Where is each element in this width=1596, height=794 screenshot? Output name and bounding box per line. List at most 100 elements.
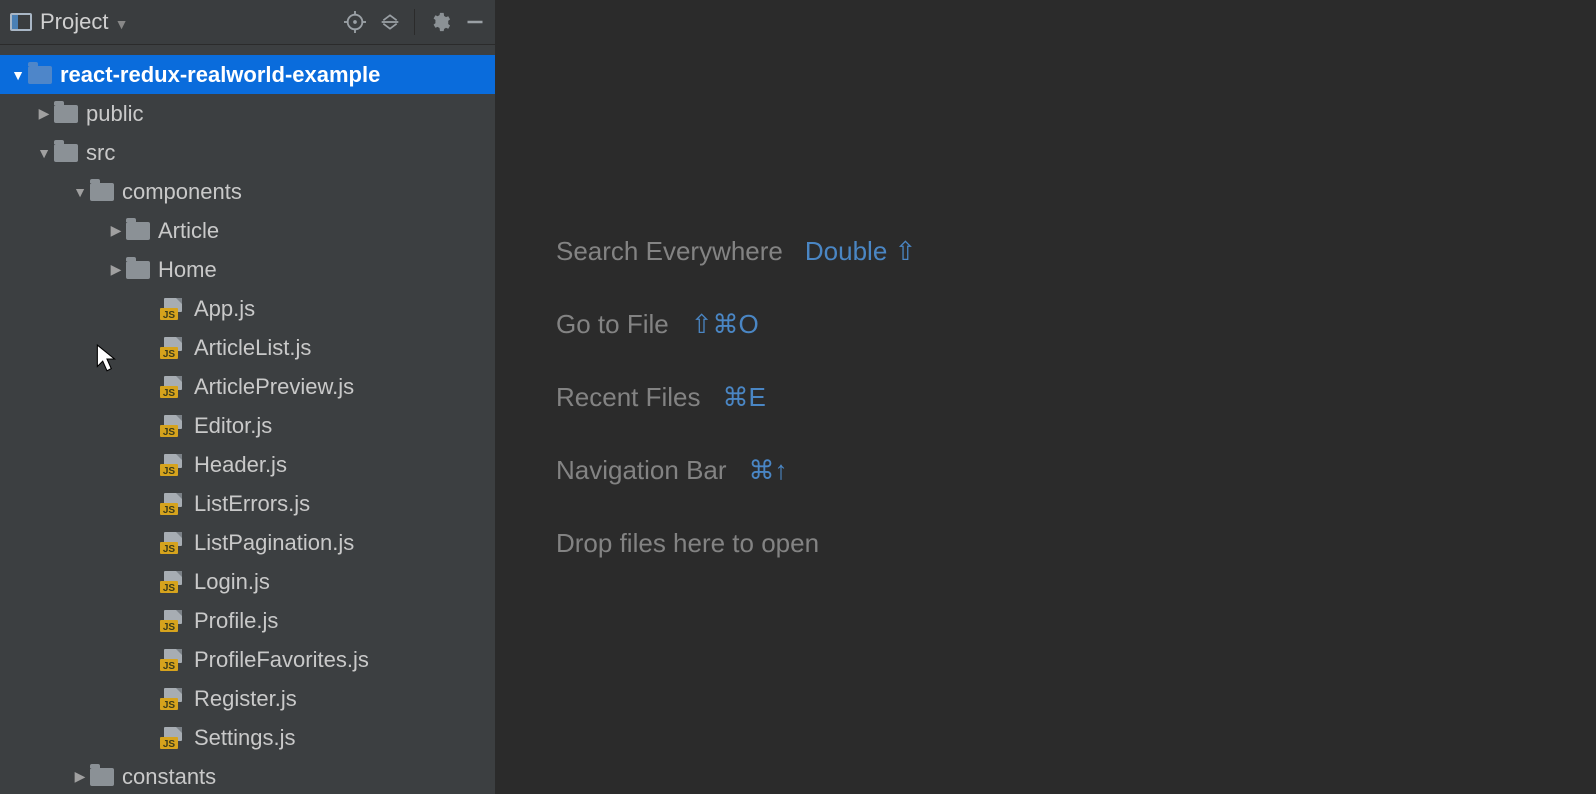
chevron-right-icon[interactable] (106, 222, 126, 239)
tree-row[interactable]: JS Editor.js (0, 406, 495, 445)
tree-row[interactable]: JS ProfileFavorites.js (0, 640, 495, 679)
hint-row: Search Everywhere Double ⇧ (556, 236, 916, 267)
chevron-down-icon[interactable] (70, 184, 90, 200)
hint-shortcut: ⇧⌘O (691, 309, 759, 340)
hint-shortcut: ⌘↑ (749, 455, 788, 486)
tree-row[interactable]: Article (0, 211, 495, 250)
chevron-right-icon[interactable] (106, 261, 126, 278)
folder-icon (126, 222, 150, 240)
gear-icon[interactable] (429, 11, 451, 33)
svg-text:JS: JS (163, 544, 176, 554)
editor-area[interactable]: Search Everywhere Double ⇧ Go to File ⇧⌘O Re… (496, 0, 1596, 794)
svg-text:JS: JS (163, 661, 176, 671)
folder-icon (54, 144, 78, 162)
tree-label: ArticlePreview.js (194, 374, 354, 400)
tree-label: Profile.js (194, 608, 278, 634)
tree-label: ListPagination.js (194, 530, 354, 556)
hint-label: Recent Files (556, 382, 701, 413)
tree-label: ListErrors.js (194, 491, 310, 517)
tree-label: Settings.js (194, 725, 296, 751)
project-title: Project (40, 9, 108, 34)
hide-icon[interactable] (465, 12, 485, 32)
hint-label: Drop files here to open (556, 528, 819, 559)
hint-label: Navigation Bar (556, 455, 727, 486)
tree-row[interactable]: components (0, 172, 495, 211)
hint-row: Go to File ⇧⌘O (556, 309, 916, 340)
tree-label: Editor.js (194, 413, 272, 439)
tree-label: ProfileFavorites.js (194, 647, 369, 673)
js-file-icon: JS (160, 337, 186, 359)
js-file-icon: JS (160, 688, 186, 710)
tree-row[interactable]: JS Login.js (0, 562, 495, 601)
tree-row[interactable]: JS Register.js (0, 679, 495, 718)
hint-label: Search Everywhere (556, 236, 783, 267)
svg-text:JS: JS (163, 622, 176, 632)
js-file-icon: JS (160, 298, 186, 320)
js-file-icon: JS (160, 415, 186, 437)
hint-shortcut: ⌘E (723, 382, 766, 413)
project-header: Project ▼ (0, 0, 495, 45)
tree-row[interactable]: JS ListPagination.js (0, 523, 495, 562)
tree-label: constants (122, 764, 216, 790)
tree-label: Article (158, 218, 219, 244)
tree-row[interactable]: JS Settings.js (0, 718, 495, 757)
hint-row: Navigation Bar ⌘↑ (556, 455, 916, 486)
project-dropdown[interactable]: Project ▼ (40, 9, 128, 35)
tree-row[interactable]: react-redux-realworld-example (0, 55, 495, 94)
chevron-right-icon[interactable] (34, 105, 54, 122)
tree-row[interactable]: JS ArticleList.js (0, 328, 495, 367)
tree-row[interactable]: JS Header.js (0, 445, 495, 484)
hint-shortcut: Double ⇧ (805, 236, 916, 267)
chevron-right-icon[interactable] (70, 768, 90, 785)
tree-label: src (86, 140, 115, 166)
tree-row[interactable]: JS ArticlePreview.js (0, 367, 495, 406)
js-file-icon: JS (160, 610, 186, 632)
hint-row: Recent Files ⌘E (556, 382, 916, 413)
project-tree[interactable]: react-redux-realworld-examplepublicsrcco… (0, 45, 495, 794)
divider (414, 9, 415, 35)
tree-label: public (86, 101, 143, 127)
svg-text:JS: JS (163, 310, 176, 320)
tree-row[interactable]: JS Profile.js (0, 601, 495, 640)
svg-text:JS: JS (163, 427, 176, 437)
svg-text:JS: JS (163, 700, 176, 710)
tree-row[interactable]: constants (0, 757, 495, 794)
project-sidebar: Project ▼ react-redux-rea (0, 0, 496, 794)
folder-icon (126, 261, 150, 279)
folder-icon (90, 768, 114, 786)
folder-icon (54, 105, 78, 123)
tree-label: react-redux-realworld-example (60, 62, 380, 88)
svg-text:JS: JS (163, 583, 176, 593)
tree-label: Register.js (194, 686, 297, 712)
tree-label: ArticleList.js (194, 335, 311, 361)
js-file-icon: JS (160, 493, 186, 515)
js-file-icon: JS (160, 532, 186, 554)
js-file-icon: JS (160, 376, 186, 398)
tree-label: Home (158, 257, 217, 283)
tree-row[interactable]: Home (0, 250, 495, 289)
js-file-icon: JS (160, 649, 186, 671)
svg-text:JS: JS (163, 739, 176, 749)
hint-row: Drop files here to open (556, 528, 916, 559)
tree-label: Header.js (194, 452, 287, 478)
empty-state-hints: Search Everywhere Double ⇧ Go to File ⇧⌘O Re… (556, 236, 916, 559)
tree-row[interactable]: JS ListErrors.js (0, 484, 495, 523)
js-file-icon: JS (160, 454, 186, 476)
tree-row[interactable]: src (0, 133, 495, 172)
hint-label: Go to File (556, 309, 669, 340)
js-file-icon: JS (160, 727, 186, 749)
chevron-down-icon[interactable] (34, 145, 54, 161)
svg-text:JS: JS (163, 466, 176, 476)
tree-label: components (122, 179, 242, 205)
svg-text:JS: JS (163, 505, 176, 515)
chevron-down-icon[interactable] (8, 67, 28, 83)
js-file-icon: JS (160, 571, 186, 593)
svg-text:JS: JS (163, 388, 176, 398)
locate-icon[interactable] (344, 11, 366, 33)
tree-label: App.js (194, 296, 255, 322)
collapse-all-icon[interactable] (380, 12, 400, 32)
tree-row[interactable]: JS App.js (0, 289, 495, 328)
chevron-down-icon: ▼ (115, 16, 129, 32)
tree-label: Login.js (194, 569, 270, 595)
tree-row[interactable]: public (0, 94, 495, 133)
